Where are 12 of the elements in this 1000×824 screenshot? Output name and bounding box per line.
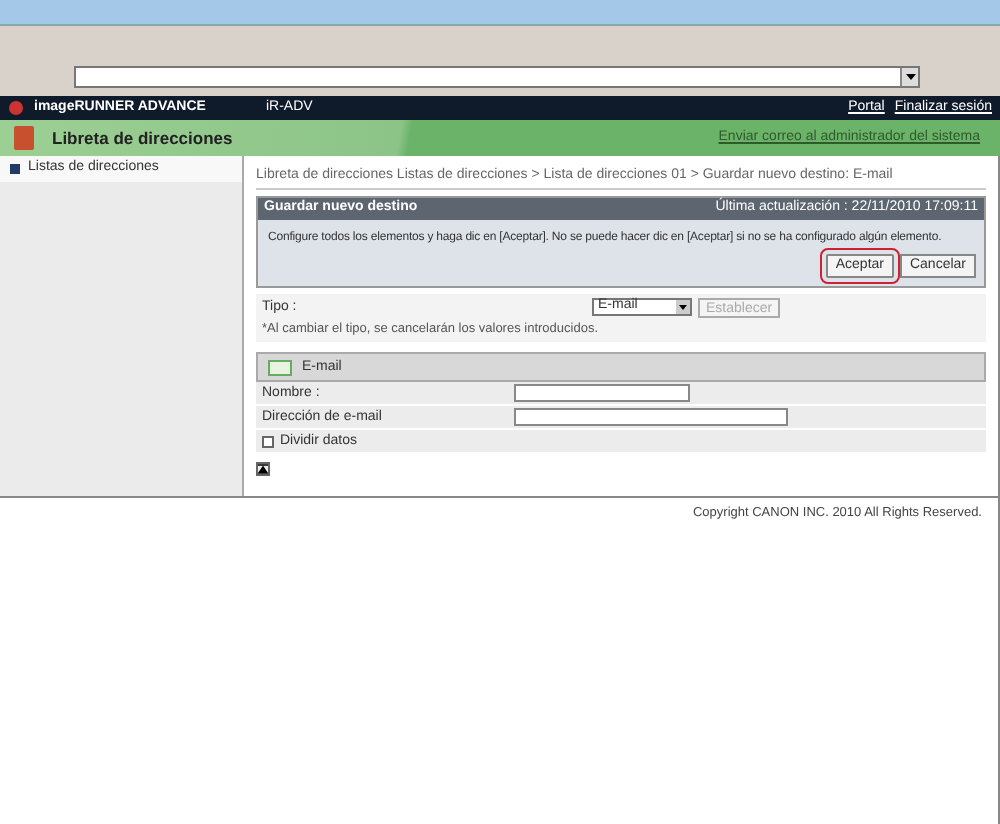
- book-icon: [12, 124, 36, 152]
- scroll-top-icon[interactable]: [256, 462, 270, 477]
- address-combo[interactable]: [74, 66, 920, 88]
- input-field[interactable]: [514, 408, 788, 427]
- dropdown-arrow-icon[interactable]: [900, 68, 918, 86]
- bullet-icon: [10, 164, 20, 174]
- page-title: Libreta de direcciones: [52, 125, 233, 151]
- dropdown-arrow-icon[interactable]: [676, 300, 690, 314]
- envelope-icon: [268, 359, 292, 376]
- checkbox[interactable]: [262, 435, 274, 448]
- logo-icon: [8, 100, 24, 116]
- input-field[interactable]: [514, 384, 690, 403]
